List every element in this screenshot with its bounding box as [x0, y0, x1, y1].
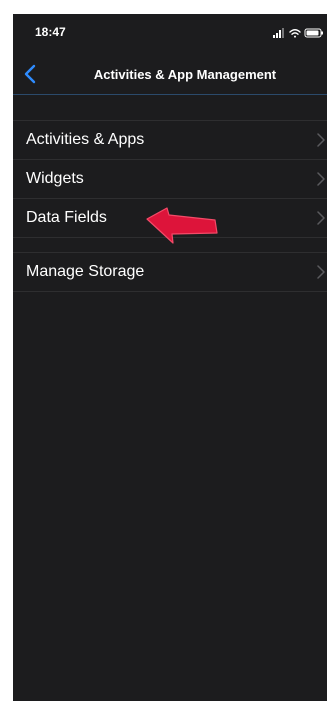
chevron-right-icon — [317, 133, 325, 147]
chevron-right-icon — [317, 172, 325, 186]
nav-divider — [13, 94, 327, 95]
battery-icon — [304, 28, 323, 38]
status-icons — [273, 26, 325, 38]
menu-item-label: Activities & Apps — [26, 131, 145, 148]
status-time: 18:47 — [35, 25, 66, 39]
wifi-icon — [289, 29, 301, 38]
chevron-right-icon — [317, 265, 325, 279]
chevron-right-icon — [317, 211, 325, 225]
red-arrow-icon — [146, 207, 218, 244]
signal-icon — [273, 28, 284, 38]
navigation-bar: Activities & App Management — [13, 54, 327, 95]
back-button[interactable] — [19, 62, 43, 86]
page-title: Activities & App Management — [93, 67, 277, 82]
menu-item-label: Data Fields — [26, 209, 107, 226]
menu-item-manage-storage[interactable]: Manage Storage — [13, 253, 327, 292]
phone-screen: 18:47 Activities & App Management Activi… — [13, 14, 327, 701]
chevron-left-icon — [24, 64, 36, 84]
menu-item-label: Widgets — [26, 170, 84, 187]
menu-item-widgets[interactable]: Widgets — [13, 160, 327, 199]
menu-item-activities-apps[interactable]: Activities & Apps — [13, 121, 327, 160]
status-bar: 18:47 — [13, 14, 327, 54]
settings-group-storage: Manage Storage — [13, 252, 327, 292]
menu-item-label: Manage Storage — [26, 263, 145, 280]
